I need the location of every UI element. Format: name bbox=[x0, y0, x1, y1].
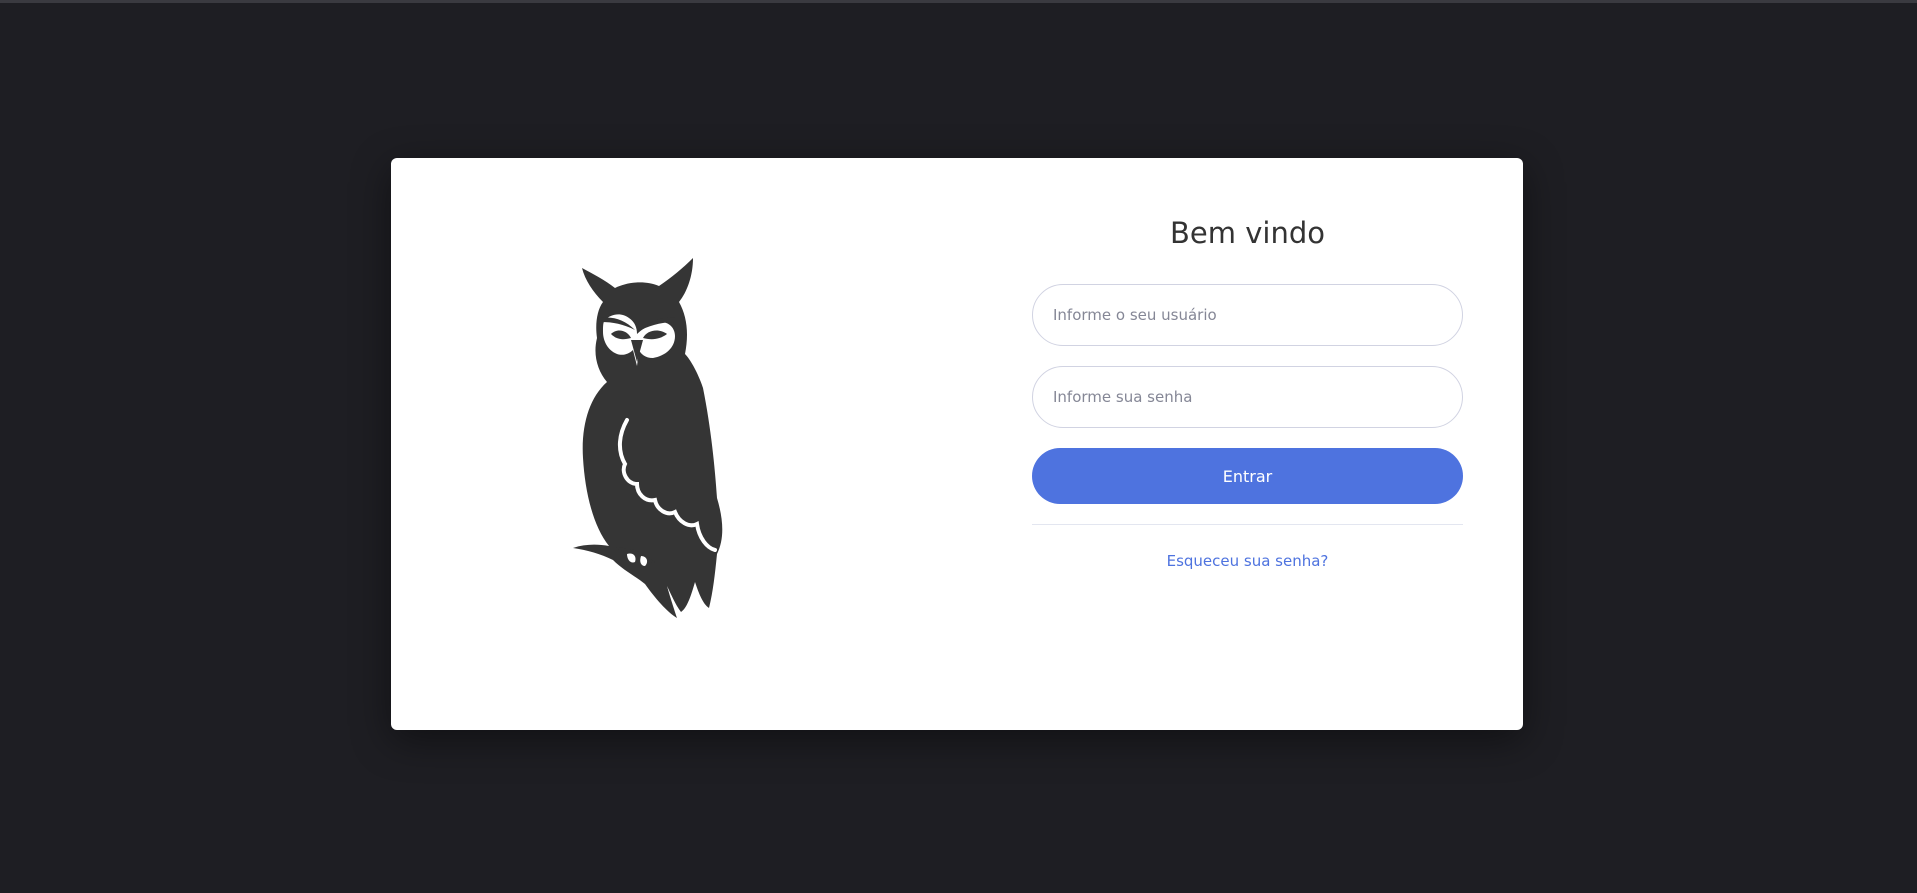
login-card: Bem vindo Entrar Esqueceu sua senha? bbox=[391, 158, 1523, 730]
form-divider bbox=[1032, 524, 1463, 525]
owl-logo bbox=[571, 258, 761, 618]
forgot-password-link[interactable]: Esqueceu sua senha? bbox=[1032, 552, 1463, 570]
welcome-title: Bem vindo bbox=[1170, 216, 1325, 250]
window-top-edge bbox=[0, 0, 1917, 3]
password-input[interactable] bbox=[1032, 366, 1463, 428]
login-button[interactable]: Entrar bbox=[1032, 448, 1463, 504]
owl-icon bbox=[573, 258, 723, 618]
username-input[interactable] bbox=[1032, 284, 1463, 346]
